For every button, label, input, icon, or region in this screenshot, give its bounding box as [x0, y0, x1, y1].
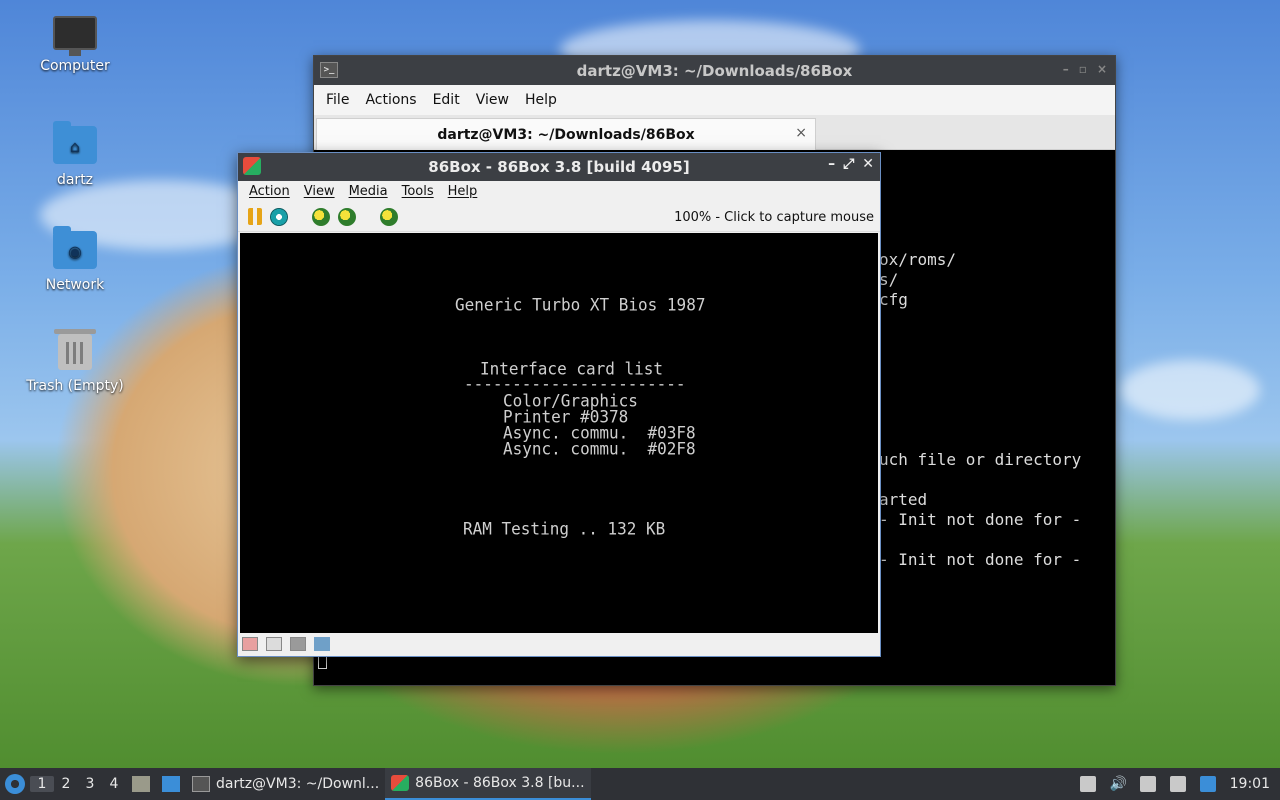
menu-action[interactable]: Action	[242, 184, 297, 199]
menu-help[interactable]: Help	[441, 184, 485, 199]
update-notifier-icon[interactable]	[1199, 776, 1216, 792]
workspace-2[interactable]: 2	[54, 776, 78, 792]
network-folder-icon: ◉	[53, 226, 97, 269]
quicklaunch-desktop[interactable]	[156, 768, 186, 800]
tab-label: dartz@VM3: ~/Downloads/86Box	[437, 126, 695, 143]
desktop-icon-label: Network	[45, 277, 105, 293]
desktop-icon-home[interactable]: ⌂ dartz	[20, 121, 130, 188]
minimize-button[interactable]: –	[1063, 62, 1069, 76]
terminal-cursor	[318, 655, 327, 669]
86box-window[interactable]: 86Box - 86Box 3.8 [build 4095] – ⤢ ✕ Act…	[237, 152, 881, 657]
cassette-icon[interactable]	[242, 636, 258, 651]
terminal-line: ox/roms/	[879, 250, 957, 269]
terminal-line: cfg	[879, 290, 908, 309]
terminal-icon: >_	[320, 62, 338, 78]
start-menu-button[interactable]	[0, 768, 30, 800]
taskbar-app-label: dartz@VM3: ~/Downl...	[216, 776, 380, 792]
close-button[interactable]: ✕	[862, 156, 874, 172]
ctrl-alt-del-icon[interactable]	[312, 207, 330, 226]
home-folder-icon: ⌂	[53, 121, 97, 164]
86box-menubar: Action View Media Tools Help	[238, 181, 880, 202]
ctrl-alt-esc-icon[interactable]	[338, 207, 356, 226]
file-manager-icon	[132, 776, 150, 792]
terminal-menubar: File Actions Edit View Help	[314, 85, 1115, 115]
keyboard-layout-icon[interactable]	[1079, 776, 1096, 792]
terminal-line: s/	[879, 270, 899, 289]
capture-status: 100% - Click to capture mouse	[674, 210, 874, 225]
desktop-icon-label: Trash (Empty)	[26, 378, 124, 394]
menu-view[interactable]: View	[468, 92, 517, 108]
hard-disk-icon[interactable]	[290, 636, 306, 651]
maximize-button[interactable]: ⤢	[843, 156, 854, 172]
computer-icon	[53, 16, 97, 56]
quicklaunch-files[interactable]	[126, 768, 156, 800]
close-button[interactable]: ×	[1097, 62, 1107, 76]
maximize-button[interactable]: ▫	[1079, 62, 1087, 76]
terminal-line: uch file or directory	[879, 450, 1082, 469]
menu-media[interactable]: Media	[342, 184, 395, 199]
pause-icon[interactable]	[248, 208, 262, 225]
volume-icon[interactable]: 🔊	[1110, 776, 1127, 792]
minimize-button[interactable]: –	[828, 156, 835, 172]
taskbar-app-86box[interactable]: 86Box - 86Box 3.8 [bu...	[385, 768, 591, 800]
terminal-title: dartz@VM3: ~/Downloads/86Box	[576, 61, 853, 80]
menu-view[interactable]: View	[297, 184, 342, 199]
clipboard-icon[interactable]	[1139, 776, 1156, 792]
sound-icon[interactable]	[314, 636, 330, 651]
hard-reset-icon[interactable]	[270, 207, 288, 226]
terminal-tabbar: dartz@VM3: ~/Downloads/86Box ×	[314, 115, 1115, 150]
desktop-icon-computer[interactable]: Computer	[20, 16, 130, 74]
86box-app-icon	[243, 157, 261, 175]
86box-titlebar[interactable]: 86Box - 86Box 3.8 [build 4095] – ⤢ ✕	[238, 153, 880, 181]
floppy-icon[interactable]	[266, 636, 282, 651]
workspace-4[interactable]: 4	[102, 776, 126, 792]
trash-icon	[54, 329, 96, 370]
terminal-titlebar[interactable]: >_ dartz@VM3: ~/Downloads/86Box – ▫ ×	[314, 56, 1115, 85]
system-tray: 🔊 19:01	[1079, 776, 1280, 792]
workspace-1[interactable]: 1	[30, 776, 54, 792]
emulator-screen[interactable]: Generic Turbo XT Bios 1987 Interface car…	[240, 233, 878, 633]
86box-toolbar: 100% - Click to capture mouse	[238, 202, 880, 232]
bios-title: Generic Turbo XT Bios 1987	[455, 294, 706, 315]
settings-icon[interactable]	[380, 207, 398, 226]
terminal-tab[interactable]: dartz@VM3: ~/Downloads/86Box ×	[316, 118, 816, 150]
tab-close-icon[interactable]: ×	[795, 125, 807, 141]
network-icon[interactable]	[1169, 776, 1186, 792]
menu-edit[interactable]: Edit	[425, 92, 468, 108]
86box-statusbar	[238, 631, 880, 656]
desktop-icon-network[interactable]: ◉ Network	[20, 226, 130, 293]
menu-file[interactable]: File	[318, 92, 357, 108]
start-menu-icon	[5, 774, 25, 794]
86box-title: 86Box - 86Box 3.8 [build 4095]	[428, 158, 690, 176]
taskbar-app-label: 86Box - 86Box 3.8 [bu...	[415, 775, 585, 791]
menu-tools[interactable]: Tools	[395, 184, 441, 199]
terminal-icon	[192, 776, 210, 792]
desktop-icon-label: Computer	[40, 58, 110, 74]
interface-card: Async. commu. #02F8	[503, 438, 696, 459]
taskbar: 1 2 3 4 dartz@VM3: ~/Downl... 86Box - 86…	[0, 768, 1280, 800]
terminal-line: - Init not done for -	[879, 550, 1082, 569]
taskbar-app-terminal[interactable]: dartz@VM3: ~/Downl...	[186, 768, 385, 800]
menu-help[interactable]: Help	[517, 92, 565, 108]
menu-actions[interactable]: Actions	[357, 92, 424, 108]
86box-app-icon	[391, 775, 410, 791]
desktop-icon-trash[interactable]: Trash (Empty)	[20, 329, 130, 394]
sky-cloud	[1120, 360, 1260, 420]
desktop-icon-label: dartz	[56, 172, 94, 188]
ram-test-status: RAM Testing .. 132 KB	[463, 518, 666, 539]
show-desktop-icon	[162, 776, 180, 792]
terminal-line: arted	[879, 490, 928, 509]
terminal-line: - Init not done for -	[879, 510, 1082, 529]
clock[interactable]: 19:01	[1230, 776, 1270, 792]
workspace-3[interactable]: 3	[78, 776, 102, 792]
